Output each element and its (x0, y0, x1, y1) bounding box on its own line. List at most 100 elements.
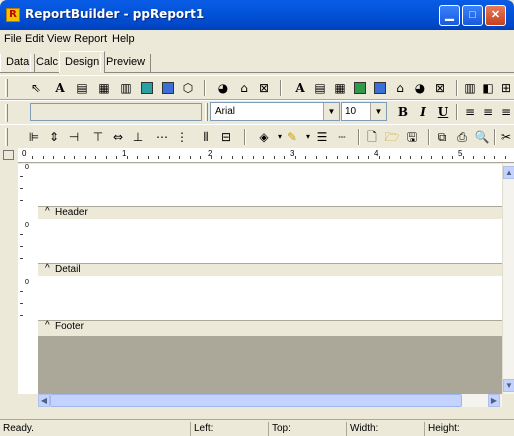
select-pointer-icon[interactable]: ⇖ (28, 80, 44, 96)
variable-tool-icon[interactable] (139, 80, 155, 96)
ruler-tick (20, 315, 23, 316)
align-middles-icon[interactable]: ⇔ (110, 129, 126, 145)
crosstab-tool-icon[interactable]: ⊞ (498, 80, 514, 96)
save-icon[interactable]: 🖫 (404, 129, 420, 145)
detail-band-area[interactable] (38, 219, 502, 263)
cut-icon[interactable]: ✂ (498, 129, 514, 145)
page-setup-icon[interactable]: ⧉ (434, 129, 450, 145)
toolbar-separator (280, 80, 282, 96)
image-tool-icon[interactable] (160, 80, 176, 96)
minimize-button[interactable]: ▁ (439, 5, 460, 26)
align-toolbar: ⊫ ⇕ ⊣ ⊤ ⇔ ⊥ ⋯ ⋮ ⫴ ⊟ ◈ ▾ ✎ ▾ ☰ ┅ 🗋 🗁 🖫 ⧉ … (0, 124, 514, 149)
italic-button[interactable]: I (415, 104, 431, 120)
menu-view[interactable]: View (47, 33, 71, 45)
shape-tool-icon[interactable]: ⬡ (180, 80, 196, 96)
maximize-button[interactable]: □ (462, 5, 483, 26)
header-band-area[interactable] (38, 164, 502, 206)
menu-report[interactable]: Report (74, 33, 107, 45)
toolbar-grip[interactable] (5, 128, 8, 146)
ruler-tick (273, 156, 275, 159)
line-thickness-icon[interactable]: ☰ (314, 129, 330, 145)
font-name-select[interactable]: Arial ▼ (210, 102, 340, 121)
status-width: Width: (346, 422, 378, 436)
font-size-select[interactable]: 10 ▼ (341, 102, 387, 121)
scroll-down-icon[interactable]: ▼ (503, 379, 514, 392)
vertical-scrollbar[interactable]: ▲ ▼ (502, 164, 514, 394)
space-horizontal-icon[interactable]: ⋯ (154, 129, 170, 145)
dbimage-tool-icon[interactable] (372, 80, 388, 96)
memo-tool-icon[interactable]: ▤ (74, 80, 90, 96)
line-color-icon[interactable]: ✎ (284, 129, 300, 145)
align-tops-icon[interactable]: ⊤ (90, 129, 106, 145)
component-edit-field[interactable] (30, 103, 202, 121)
scroll-thumb[interactable] (50, 394, 462, 407)
underline-button[interactable]: U (435, 104, 451, 120)
ruler-tick (116, 156, 117, 159)
ruler-units-button[interactable] (0, 148, 18, 163)
align-right-icon[interactable]: ≡ (498, 104, 514, 120)
toolbar-grip[interactable] (205, 103, 208, 121)
align-rights-icon[interactable]: ⊣ (66, 129, 82, 145)
fill-color-icon[interactable]: ◈ (256, 129, 272, 145)
ruler-tick (158, 156, 159, 159)
menu-file[interactable]: File (4, 33, 22, 45)
size-width-icon[interactable]: ⫴ (198, 129, 214, 145)
size-height-icon[interactable]: ⊟ (218, 129, 234, 145)
barcode-tool-icon[interactable]: ⌂ (236, 80, 252, 96)
scroll-left-icon[interactable]: ◀ (38, 394, 50, 407)
horizontal-scrollbar[interactable]: ◀ ▶ (38, 394, 502, 407)
chevron-down-icon[interactable]: ▼ (323, 103, 339, 120)
toolbar-grip[interactable] (5, 104, 8, 122)
dbcheckbox-tool-icon[interactable]: ⊠ (432, 80, 448, 96)
ruler-tick (20, 291, 23, 292)
subreport-tool-icon[interactable]: ◧ (480, 80, 496, 96)
print-icon[interactable]: ⎙ (454, 129, 470, 145)
dbmemo-tool-icon[interactable]: ▤ (312, 80, 328, 96)
align-lefts-icon[interactable]: ⊫ (26, 129, 42, 145)
ruler-tick (483, 156, 485, 159)
align-bottoms-icon[interactable]: ⊥ (130, 129, 146, 145)
toolbar-grip[interactable] (5, 79, 8, 97)
ruler-tick (20, 188, 23, 189)
print-preview-icon[interactable]: 🔍 (474, 129, 490, 145)
scroll-right-icon[interactable]: ▶ (488, 394, 500, 407)
chevron-down-icon[interactable]: ▼ (370, 103, 386, 120)
ruler-tick (326, 156, 327, 159)
tab-design[interactable]: Design (59, 51, 106, 73)
checkbox-tool-icon[interactable]: ⊠ (256, 80, 272, 96)
align-centers-icon[interactable]: ⇕ (46, 129, 62, 145)
dbrichtext-tool-icon[interactable]: ▦ (332, 80, 348, 96)
new-report-icon[interactable]: 🗋 (364, 129, 380, 145)
space-vertical-icon[interactable]: ⋮ (174, 129, 190, 145)
bold-button[interactable]: B (395, 104, 411, 120)
ruler-tick (20, 200, 23, 201)
dbtext-tool-icon[interactable]: A (292, 80, 308, 96)
tab-preview[interactable]: Preview (100, 54, 152, 72)
footer-band-divider[interactable]: ^ Footer (38, 320, 502, 336)
align-left-icon[interactable]: ≡ (462, 104, 478, 120)
minimize-icon: ▁ (445, 9, 454, 21)
richtext-tool-icon[interactable]: ▦ (96, 80, 112, 96)
detail-band-divider[interactable]: ^ Detail (38, 263, 502, 275)
ruler-tick (84, 156, 86, 159)
menu-help[interactable]: Help (112, 33, 135, 45)
label-tool-icon[interactable]: A (52, 80, 68, 96)
ruler-tick (200, 156, 201, 159)
app-icon[interactable]: R (6, 8, 20, 22)
ruler-tick (63, 156, 65, 159)
region-tool-icon[interactable]: ▥ (462, 80, 478, 96)
scroll-up-icon[interactable]: ▲ (503, 166, 514, 179)
open-folder-icon[interactable]: 🗁 (384, 129, 400, 145)
dbchart-tool-icon[interactable]: ◕ (412, 80, 428, 96)
menu-edit[interactable]: Edit (25, 33, 44, 45)
footer-band-area[interactable] (38, 276, 502, 320)
align-center-icon[interactable]: ≡ (480, 104, 496, 120)
chart-tool-icon[interactable]: ◕ (215, 80, 231, 96)
line-style-icon[interactable]: ┅ (334, 129, 350, 145)
header-band-divider[interactable]: ^ Header (38, 206, 502, 218)
close-button[interactable]: ✕ (485, 5, 506, 26)
ruler-tick (294, 156, 296, 159)
dbcalc-tool-icon[interactable] (352, 80, 368, 96)
dbbarcode-tool-icon[interactable]: ⌂ (392, 80, 408, 96)
system-variable-icon[interactable]: ▥ (118, 80, 134, 96)
